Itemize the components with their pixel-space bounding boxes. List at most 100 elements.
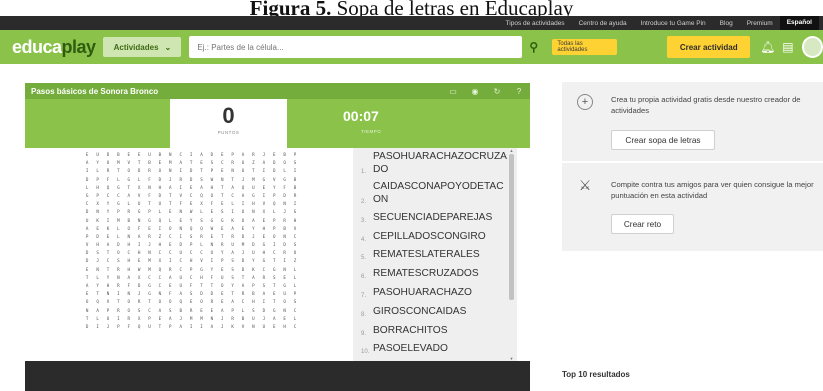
- grid-cell[interactable]: T: [217, 233, 227, 241]
- grid-cell[interactable]: Q: [176, 298, 186, 306]
- grid-cell[interactable]: C: [82, 200, 92, 208]
- grid-cell[interactable]: E: [155, 159, 165, 167]
- grid-cell[interactable]: E: [176, 217, 186, 225]
- grid-cell[interactable]: K: [248, 266, 258, 274]
- grid-cell[interactable]: U: [144, 323, 154, 331]
- grid-cell[interactable]: R: [144, 167, 154, 175]
- grid-cell[interactable]: Q: [155, 266, 165, 274]
- grid-cell[interactable]: O: [124, 298, 134, 306]
- grid-cell[interactable]: F: [144, 176, 154, 184]
- grid-cell[interactable]: B: [290, 184, 300, 192]
- grid-cell[interactable]: Q: [196, 192, 206, 200]
- grid-cell[interactable]: E: [269, 323, 279, 331]
- grid-cell[interactable]: C: [155, 282, 165, 290]
- grid-cell[interactable]: D: [269, 167, 279, 175]
- grid-cell[interactable]: P: [227, 307, 237, 315]
- grid-cell[interactable]: D: [82, 249, 92, 257]
- grid-cell[interactable]: O: [196, 298, 206, 306]
- grid-cell[interactable]: Y: [227, 282, 237, 290]
- activities-dropdown[interactable]: Actividades ⌄: [103, 37, 182, 57]
- grid-cell[interactable]: T: [144, 200, 154, 208]
- grid-cell[interactable]: E: [207, 208, 217, 216]
- grid-cell[interactable]: J: [279, 208, 289, 216]
- grid-cell[interactable]: T: [144, 298, 154, 306]
- grid-cell[interactable]: P: [269, 192, 279, 200]
- search-input[interactable]: [189, 36, 523, 58]
- grid-cell[interactable]: G: [259, 257, 269, 265]
- grid-cell[interactable]: J: [144, 241, 154, 249]
- grid-cell[interactable]: A: [259, 159, 269, 167]
- grid-cell[interactable]: D: [238, 257, 248, 265]
- grid-cell[interactable]: N: [227, 167, 237, 175]
- grid-cell[interactable]: V: [124, 159, 134, 167]
- grid-cell[interactable]: J: [217, 315, 227, 323]
- grid-cell[interactable]: G: [269, 266, 279, 274]
- grid-cell[interactable]: G: [144, 290, 154, 298]
- grid-cell[interactable]: R: [238, 290, 248, 298]
- grid-cell[interactable]: N: [279, 233, 289, 241]
- grid-cell[interactable]: A: [248, 274, 258, 282]
- grid-cell[interactable]: B: [279, 151, 289, 159]
- grid-cell[interactable]: R: [124, 315, 134, 323]
- grid-cell[interactable]: A: [176, 290, 186, 298]
- grid-cell[interactable]: A: [196, 151, 206, 159]
- grid-cell[interactable]: E: [82, 290, 92, 298]
- grid-cell[interactable]: T: [82, 315, 92, 323]
- grid-cell[interactable]: C: [269, 249, 279, 257]
- link-blog[interactable]: Blog: [713, 20, 740, 27]
- grid-cell[interactable]: E: [165, 282, 175, 290]
- grid-cell[interactable]: D: [155, 192, 165, 200]
- grid-cell[interactable]: J: [259, 151, 269, 159]
- grid-cell[interactable]: P: [217, 257, 227, 265]
- grid-cell[interactable]: R: [186, 307, 196, 315]
- grid-cell[interactable]: X: [92, 200, 102, 208]
- grid-cell[interactable]: Q: [103, 184, 113, 192]
- grid-cell[interactable]: C: [217, 159, 227, 167]
- grid-cell[interactable]: V: [238, 323, 248, 331]
- grid-cell[interactable]: C: [259, 266, 269, 274]
- grid-cell[interactable]: A: [238, 151, 248, 159]
- link-game-pin[interactable]: Introduce tu Game Pin: [634, 20, 713, 27]
- grid-cell[interactable]: U: [103, 315, 113, 323]
- grid-cell[interactable]: D: [269, 159, 279, 167]
- grid-cell[interactable]: T: [227, 290, 237, 298]
- grid-cell[interactable]: B: [238, 315, 248, 323]
- grid-cell[interactable]: H: [259, 249, 269, 257]
- grid-cell[interactable]: G: [82, 192, 92, 200]
- grid-cell[interactable]: L: [92, 274, 102, 282]
- grid-cell[interactable]: O: [217, 282, 227, 290]
- grid-cell[interactable]: C: [155, 249, 165, 257]
- grid-cell[interactable]: J: [238, 176, 248, 184]
- grid-cell[interactable]: C: [155, 274, 165, 282]
- grid-cell[interactable]: J: [238, 249, 248, 257]
- grid-cell[interactable]: K: [227, 323, 237, 331]
- grid-cell[interactable]: O: [165, 225, 175, 233]
- grid-cell[interactable]: S: [269, 274, 279, 282]
- language-selector[interactable]: Español: [779, 16, 819, 30]
- grid-cell[interactable]: S: [290, 159, 300, 167]
- grid-cell[interactable]: I: [259, 192, 269, 200]
- grid-cell[interactable]: E: [259, 233, 269, 241]
- grid-cell[interactable]: C: [103, 192, 113, 200]
- chat-icon[interactable]: ▤: [782, 40, 794, 54]
- grid-cell[interactable]: R: [227, 159, 237, 167]
- grid-cell[interactable]: L: [227, 200, 237, 208]
- grid-cell[interactable]: P: [165, 323, 175, 331]
- search-icon[interactable]: ⚲: [525, 40, 542, 54]
- grid-cell[interactable]: E: [279, 274, 289, 282]
- grid-cell[interactable]: U: [176, 274, 186, 282]
- grid-cell[interactable]: U: [238, 217, 248, 225]
- grid-cell[interactable]: N: [207, 241, 217, 249]
- grid-cell[interactable]: G: [269, 307, 279, 315]
- avatar[interactable]: [801, 36, 823, 58]
- grid-cell[interactable]: C: [238, 298, 248, 306]
- grid-cell[interactable]: E: [134, 257, 144, 265]
- grid-cell[interactable]: H: [196, 274, 206, 282]
- grid-cell[interactable]: P: [248, 282, 258, 290]
- grid-cell[interactable]: L: [290, 315, 300, 323]
- grid-cell[interactable]: I: [259, 167, 269, 175]
- grid-cell[interactable]: W: [207, 176, 217, 184]
- grid-cell[interactable]: G: [217, 217, 227, 225]
- grid-cell[interactable]: F: [207, 274, 217, 282]
- grid-cell[interactable]: A: [238, 192, 248, 200]
